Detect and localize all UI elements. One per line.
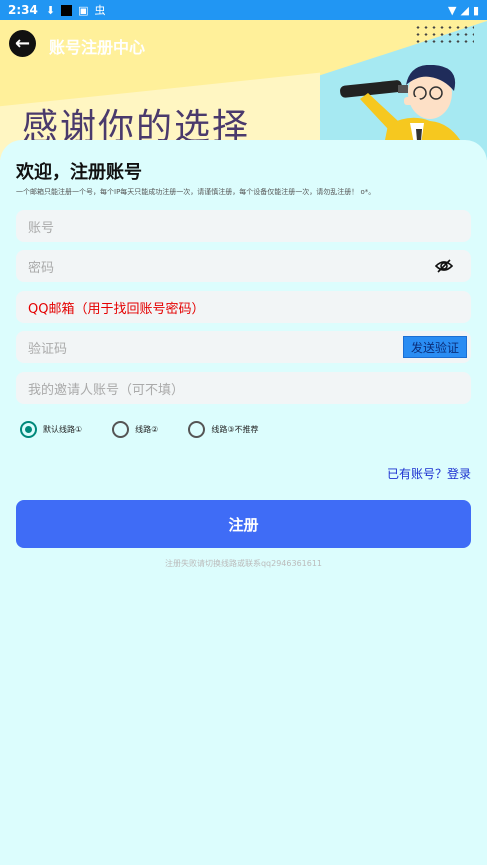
welcome-heading: 欢迎，注册账号: [16, 162, 142, 183]
route-label: 默认线路①: [43, 425, 83, 434]
download-icon: ⬇: [45, 3, 56, 17]
email-input[interactable]: QQ邮箱（用于找回账号密码）: [16, 291, 471, 323]
battery-icon: ▮: [472, 3, 479, 17]
page-title: 账号注册中心: [49, 38, 146, 57]
route-option-3[interactable]: 线路③不推荐: [188, 421, 259, 438]
code-placeholder: 验证码: [28, 341, 68, 357]
email-placeholder: QQ邮箱（用于找回账号密码）: [28, 301, 205, 317]
login-link[interactable]: 已有账号？登录: [387, 465, 471, 482]
signal-icon: ◢: [460, 3, 469, 17]
bug-icon: 虫: [94, 4, 106, 17]
header-banner: ← 账号注册中心 感谢你的选择: [0, 20, 487, 160]
invite-input[interactable]: 我的邀请人账号（可不填）: [16, 372, 471, 404]
wifi-icon: ▼: [448, 3, 457, 17]
password-placeholder: 密码: [28, 260, 55, 276]
dot-pattern: [414, 24, 474, 46]
sim-icon: ▣: [78, 3, 89, 17]
route-label: 线路②: [135, 425, 159, 434]
back-button[interactable]: ←: [9, 30, 36, 57]
route-option-1[interactable]: 默认线路①: [20, 421, 82, 438]
register-button[interactable]: 注册: [16, 500, 471, 548]
status-time: 2:34: [8, 3, 38, 17]
verification-code-input[interactable]: 验证码 发送验证: [16, 331, 471, 363]
radio-unchecked-icon: [188, 421, 206, 438]
status-bar: 2:34 ⬇ ▣ 虫 ▼ ◢ ▮: [0, 0, 487, 20]
footer-note: 注册失败请切换线路或联系qq2946361611: [164, 559, 323, 568]
account-placeholder: 账号: [28, 220, 55, 236]
route-label: 线路③不推荐: [211, 425, 259, 434]
eye-hidden-icon[interactable]: [435, 258, 453, 274]
radio-unchecked-icon: [112, 421, 130, 438]
register-card: 欢迎，注册账号 一个邮箱只能注册一个号，每个IP每天只能成功注册一次，请谨慎注册…: [0, 140, 487, 865]
account-input[interactable]: 账号: [16, 210, 471, 242]
radio-checked-icon: [20, 421, 37, 438]
arrow-left-icon: ←: [14, 32, 31, 54]
invite-placeholder: 我的邀请人账号（可不填）: [28, 382, 185, 398]
register-notice: 一个邮箱只能注册一个号，每个IP每天只能成功注册一次，请谨慎注册，每个设备仅能注…: [16, 188, 376, 196]
route-option-2[interactable]: 线路②: [112, 421, 158, 438]
route-radio-group: 默认线路① 线路② 线路③不推荐: [20, 421, 289, 438]
notification-square-icon: [61, 4, 73, 16]
send-code-button[interactable]: 发送验证: [403, 336, 467, 358]
password-input[interactable]: 密码: [16, 250, 471, 282]
